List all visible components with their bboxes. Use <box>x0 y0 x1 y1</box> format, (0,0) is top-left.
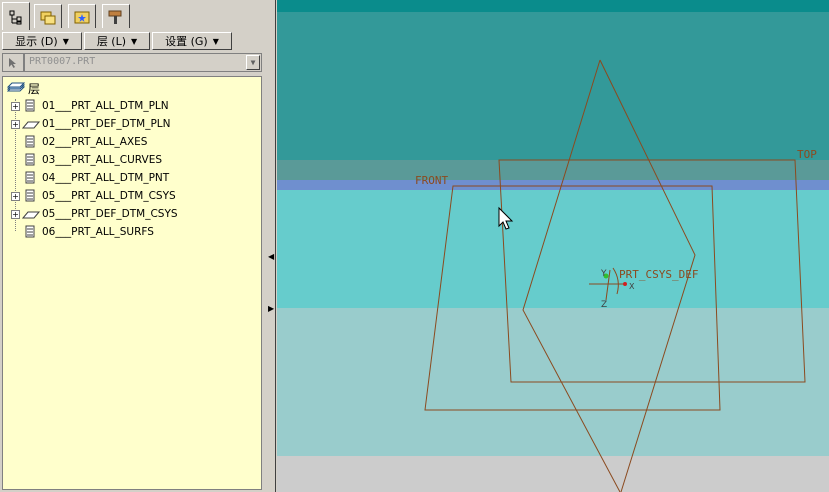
tree-item-label: 06___PRT_ALL_SURFS <box>42 226 154 238</box>
tree-item-label: 04___PRT_ALL_DTM_PNT <box>42 172 170 184</box>
axis-x-label: X <box>629 282 635 291</box>
tree-root[interactable]: 层 <box>7 80 40 97</box>
tree-item-label: 05___PRT_ALL_DTM_CSYS <box>42 190 176 202</box>
plane-icon <box>22 121 40 129</box>
graphics-viewport[interactable]: FRONT TOP Y X Z PRT_CSYS_DEF <box>277 0 829 492</box>
plane-icon <box>22 211 40 219</box>
tree-item-label: 02___PRT_ALL_AXES <box>42 136 148 148</box>
layer-icon <box>25 99 35 112</box>
layer-icon <box>25 225 35 238</box>
layer-tree: 层 + 01___PRT_ALL_DTM_PLN + 01___PRT_DEF_… <box>2 76 262 490</box>
select-arrow-button[interactable] <box>2 53 24 72</box>
dropdown-arrow-icon: ▼ <box>212 36 219 46</box>
layer-icon <box>25 153 35 166</box>
tree-item-label: 01___PRT_DEF_DTM_PLN <box>42 118 171 130</box>
folder-browser-tab[interactable] <box>34 4 62 28</box>
tree-item-06-all-surfs[interactable]: 06___PRT_ALL_SURFS <box>11 224 154 240</box>
tree-item-label: 05___PRT_DEF_DTM_CSYS <box>42 208 178 220</box>
bg-band <box>277 0 829 12</box>
tree-menubar: 显示 (D) ▼ 层 (L) ▼ 设置 (G) ▼ <box>2 32 262 52</box>
expand-right-icon[interactable]: ▶ <box>268 304 274 313</box>
expand-icon[interactable]: + <box>11 119 20 129</box>
settings-menu-button[interactable]: 设置 (G) ▼ <box>152 32 232 50</box>
layer-menu-button[interactable]: 层 (L) ▼ <box>84 32 150 50</box>
front-plane-label[interactable]: FRONT <box>415 174 448 187</box>
tree-item-03-all-curves[interactable]: 03___PRT_ALL_CURVES <box>11 152 162 168</box>
tree-item-label: 03___PRT_ALL_CURVES <box>42 154 162 166</box>
star-folder-icon <box>74 11 90 23</box>
layer-icon <box>25 171 35 184</box>
axis-z-label: Z <box>601 300 607 310</box>
dropdown-arrow-icon: ▼ <box>131 36 138 46</box>
expand-icon[interactable]: + <box>11 101 20 111</box>
layers-icon <box>7 82 25 92</box>
settings-menu-label: 设置 (G) <box>165 35 208 48</box>
tree-item-01-all-dtm-pln[interactable]: + 01___PRT_ALL_DTM_PLN <box>11 98 169 114</box>
tree-icon <box>9 10 22 24</box>
layer-menu-label: 层 (L) <box>96 35 127 48</box>
display-menu-button[interactable]: 显示 (D) ▼ <box>2 32 82 50</box>
panel-splitter[interactable]: ◀ ▶ <box>266 0 276 492</box>
expand-icon[interactable]: + <box>11 191 20 201</box>
layer-icon <box>25 135 35 148</box>
expand-icon[interactable]: + <box>11 209 20 219</box>
layer-icon <box>25 189 35 202</box>
favorites-tab[interactable] <box>68 4 96 28</box>
csys-x-marker <box>623 282 627 286</box>
chevron-down-icon[interactable]: ▼ <box>246 55 260 70</box>
top-plane-label[interactable]: TOP <box>797 148 817 161</box>
tree-item-05-def-dtm-csys[interactable]: + 05___PRT_DEF_DTM_CSYS <box>11 206 178 222</box>
tree-root-label: 层 <box>28 82 41 96</box>
axis-y-label: Y <box>600 269 607 279</box>
model-tree-tab[interactable] <box>2 2 30 30</box>
model-name: PRT0007.PRT <box>29 56 96 67</box>
collapse-left-icon[interactable]: ◀ <box>268 252 274 261</box>
tree-item-01-def-dtm-pln[interactable]: + 01___PRT_DEF_DTM_PLN <box>11 116 171 132</box>
dropdown-arrow-icon: ▼ <box>62 36 69 46</box>
tree-item-label: 01___PRT_ALL_DTM_PLN <box>42 100 169 112</box>
tree-item-02-all-axes[interactable]: 02___PRT_ALL_AXES <box>11 134 147 150</box>
connections-tab[interactable] <box>102 4 130 28</box>
folders-icon <box>40 11 56 24</box>
bg-band <box>277 160 829 180</box>
model-combo[interactable]: PRT0007.PRT ▼ <box>24 53 262 72</box>
navigator-panel: 显示 (D) ▼ 层 (L) ▼ 设置 (G) ▼ PRT0007.PRT ▼ <box>0 0 267 492</box>
csys-label: PRT_CSYS_DEF <box>619 268 698 281</box>
model-selector-row: PRT0007.PRT ▼ <box>2 53 262 73</box>
bg-band <box>277 12 829 160</box>
bg-band <box>277 190 829 308</box>
tree-item-04-all-dtm-pnt[interactable]: 04___PRT_ALL_DTM_PNT <box>11 170 169 186</box>
display-menu-label: 显示 (D) <box>15 35 58 48</box>
tree-item-05-all-dtm-csys[interactable]: + 05___PRT_ALL_DTM_CSYS <box>11 188 176 204</box>
navigator-tabs <box>2 2 264 30</box>
hammer-icon <box>108 10 122 24</box>
pointer-icon <box>9 57 16 68</box>
bg-band <box>277 456 829 492</box>
bg-band <box>277 180 829 190</box>
